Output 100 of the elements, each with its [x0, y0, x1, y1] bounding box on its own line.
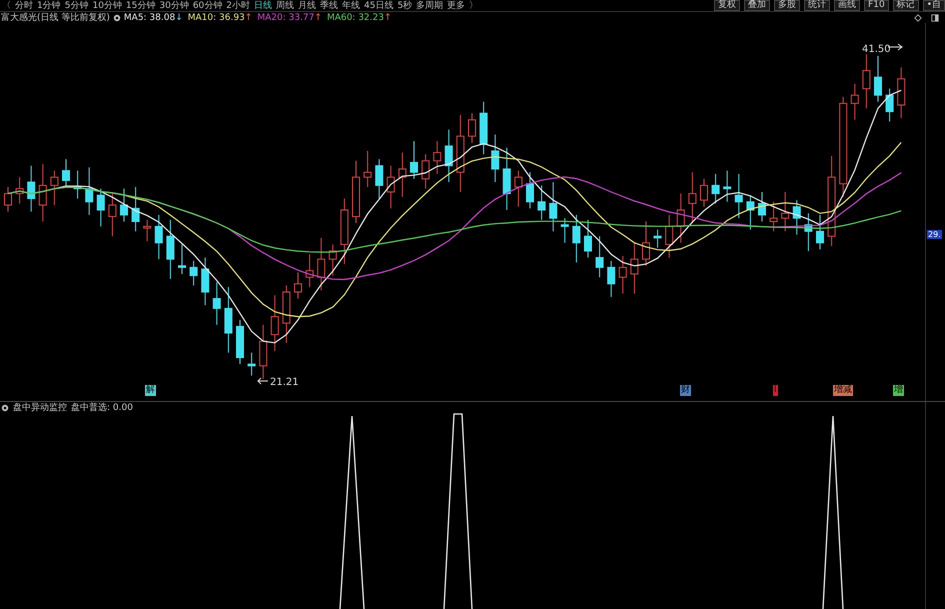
rising-candlestick — [364, 150, 372, 188]
panel-icon[interactable] — [931, 14, 939, 22]
falling-candlestick — [62, 158, 70, 188]
falling-candlestick — [723, 170, 732, 202]
stock-title: 富大感光(日线 等比前复权) — [1, 12, 110, 24]
rising-candlestick — [700, 178, 708, 208]
ma-value: MA10: 36.93 — [188, 12, 245, 22]
period-tab[interactable]: 日线 — [254, 0, 272, 12]
event-marker[interactable]: l — [773, 385, 778, 396]
period-tab[interactable]: 季线 — [320, 0, 338, 12]
trend-arrow: ↓ — [175, 12, 183, 22]
rising-candlestick — [422, 154, 430, 190]
falling-candlestick — [607, 260, 616, 298]
falling-candlestick — [584, 219, 592, 258]
settings-icon[interactable] — [112, 14, 121, 22]
falling-candlestick — [166, 219, 174, 280]
falling-candlestick — [224, 286, 232, 354]
period-tab[interactable]: 月线 — [298, 0, 316, 12]
falling-candlestick — [201, 257, 210, 306]
rising-candlestick — [676, 193, 685, 244]
falling-candlestick — [178, 244, 186, 274]
rising-candlestick — [306, 254, 314, 288]
rising-candlestick — [282, 284, 290, 344]
period-tab[interactable]: 多周期 — [416, 0, 444, 12]
trend-arrow: ↑ — [384, 12, 392, 22]
trend-arrow: ↑ — [244, 12, 252, 22]
period-tab[interactable]: 5秒 — [397, 0, 412, 12]
indicator-name: 盘中异动监控 — [13, 402, 67, 414]
period-tab[interactable]: 分时 — [15, 0, 33, 12]
rising-candlestick — [770, 201, 778, 232]
rising-candlestick — [4, 186, 12, 212]
toolbar-button[interactable]: •自 — [922, 0, 945, 11]
falling-candlestick — [154, 214, 163, 260]
period-tab[interactable]: 15分钟 — [126, 0, 156, 12]
rising-candlestick — [781, 191, 790, 232]
falling-candlestick — [480, 101, 488, 155]
falling-candlestick — [746, 194, 754, 230]
rising-candlestick — [143, 219, 152, 242]
rising-candlestick — [514, 170, 522, 208]
falling-candlestick — [212, 282, 221, 326]
period-tab[interactable]: 45日线 — [364, 0, 394, 12]
event-marker[interactable]: 增减 — [833, 385, 853, 396]
rising-candlestick — [688, 172, 696, 224]
rising-candlestick — [468, 112, 476, 144]
period-tab[interactable]: 10分钟 — [92, 0, 122, 12]
period-tab[interactable]: 周线 — [276, 0, 294, 12]
period-tab[interactable]: 5分钟 — [64, 0, 88, 12]
back-arrow[interactable]: 〈 — [2, 0, 11, 12]
falling-candlestick — [572, 214, 580, 263]
falling-candlestick — [712, 173, 720, 204]
indicator-value: 盘中普选: 0.00 — [71, 401, 133, 414]
period-tab[interactable]: 60分钟 — [192, 0, 222, 12]
rising-candlestick — [386, 165, 395, 209]
event-marker[interactable]: 增 — [893, 385, 904, 396]
high-price-label: 41.50 — [862, 44, 903, 55]
period-tab[interactable]: 1分钟 — [37, 0, 61, 12]
rising-candlestick — [50, 170, 58, 206]
falling-candlestick — [804, 212, 812, 252]
falling-candlestick — [816, 214, 824, 250]
rising-candlestick — [108, 193, 116, 237]
price-tag: 29. — [927, 230, 942, 239]
period-tab[interactable]: 年线 — [342, 0, 360, 12]
event-marker[interactable]: 财 — [680, 385, 691, 396]
rising-candlestick — [317, 237, 326, 291]
diamond-icon[interactable] — [914, 14, 922, 22]
falling-candlestick — [560, 218, 569, 244]
rising-candlestick — [850, 83, 859, 120]
falling-candlestick — [236, 319, 244, 365]
toolbar-button[interactable]: 多股 — [774, 0, 800, 11]
forward-arrow[interactable]: 〉 — [469, 0, 478, 12]
falling-candlestick — [734, 173, 743, 219]
rising-candlestick — [618, 255, 627, 294]
period-tab[interactable]: 30分钟 — [159, 0, 189, 12]
period-tab[interactable]: 更多 — [447, 0, 466, 12]
toolbar-button[interactable]: 复权 — [714, 0, 740, 11]
rising-candlestick — [433, 140, 442, 174]
falling-candlestick — [27, 165, 36, 212]
falling-candlestick — [190, 260, 198, 286]
rising-candlestick — [398, 152, 406, 198]
falling-candlestick — [792, 200, 801, 236]
falling-candlestick — [410, 140, 418, 180]
falling-candlestick — [654, 229, 662, 248]
falling-candlestick — [549, 182, 558, 232]
falling-candlestick — [538, 184, 546, 220]
falling-candlestick — [375, 158, 384, 200]
toolbar-button[interactable]: F10 — [864, 0, 889, 11]
period-tab[interactable]: 2小时 — [226, 0, 250, 12]
falling-candlestick — [444, 129, 453, 183]
falling-candlestick — [85, 166, 94, 216]
ma-value: MA5: 38.08 — [124, 12, 176, 22]
ma-value: MA60: 32.23 — [326, 12, 384, 22]
settings-icon[interactable] — [1, 404, 9, 412]
falling-candlestick — [96, 188, 105, 227]
falling-candlestick — [758, 191, 766, 222]
falling-candlestick — [248, 352, 256, 376]
trend-arrow: ↑ — [314, 12, 322, 22]
falling-candlestick — [874, 55, 882, 102]
falling-candlestick — [491, 134, 500, 183]
event-marker[interactable]: 解 — [145, 385, 156, 396]
toolbar-button[interactable]: 标记 — [892, 0, 919, 11]
